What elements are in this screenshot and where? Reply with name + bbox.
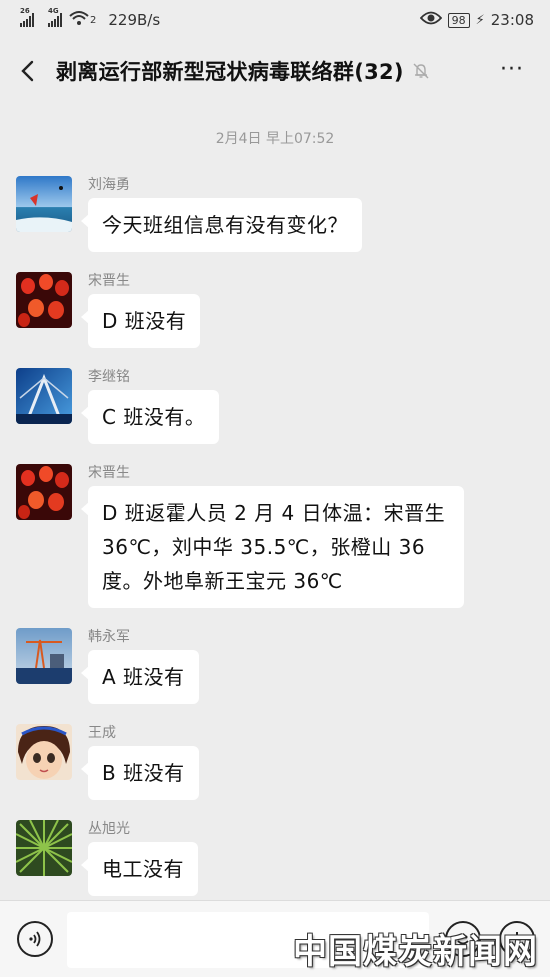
sender-name: 韩永军 xyxy=(88,629,130,645)
status-bar: 26 4G 2 229B/s 98 ⚡ 23:08 xyxy=(0,0,550,40)
avatar[interactable] xyxy=(16,176,72,232)
sender-name: 宋晋生 xyxy=(88,273,130,289)
chat-header: 剥离运行部新型冠状病毒联络群(32) ··· xyxy=(0,40,550,102)
avatar[interactable] xyxy=(16,724,72,780)
eye-comfort-icon xyxy=(419,11,442,29)
avatar[interactable] xyxy=(16,628,72,684)
avatar[interactable] xyxy=(16,464,72,520)
chat-title: 剥离运行部新型冠状病毒联络群(32) xyxy=(56,60,404,84)
message-item: 宋晋生 D 班没有 xyxy=(16,272,201,348)
message-bubble[interactable]: 电工没有 xyxy=(81,842,198,896)
message-bubble[interactable]: 今天班组信息有没有变化？ xyxy=(81,198,362,252)
sender-name: 丛旭光 xyxy=(88,821,130,837)
message-bubble[interactable]: B 班没有 xyxy=(81,746,199,800)
signal-icon-2: 4G xyxy=(48,7,62,27)
sender-name: 宋晋生 xyxy=(88,465,130,481)
message-item: 丛旭光 电工没有 xyxy=(16,820,198,896)
hotspot-icon xyxy=(68,10,90,30)
message-bubble[interactable]: A 班没有 xyxy=(81,650,199,704)
avatar[interactable] xyxy=(16,368,72,424)
message-item: 王成 B 班没有 xyxy=(16,724,199,800)
message-item: 刘海勇 今天班组信息有没有变化？ xyxy=(16,176,362,252)
charging-icon: ⚡ xyxy=(475,12,485,28)
hotspot-count: 2 xyxy=(90,14,97,26)
status-right: 98 ⚡ 23:08 xyxy=(419,11,534,29)
message-timestamp: 2月4日 早上07:52 xyxy=(215,131,335,147)
message-bubble[interactable]: D 班没有 xyxy=(80,294,201,348)
message-item: 宋晋生 D 班返霍人员 2 月 4 日体温：宋晋生 36℃，刘中华 35.5℃，… xyxy=(16,464,464,608)
signal-icon-1: 26 xyxy=(20,7,34,27)
avatar[interactable] xyxy=(16,820,72,876)
message-item: 韩永军 A 班没有 xyxy=(16,628,199,704)
chevron-left-icon[interactable] xyxy=(0,40,56,102)
status-left: 26 4G 2 229B/s xyxy=(20,7,161,30)
avatar[interactable] xyxy=(16,272,72,328)
sender-name: 刘海勇 xyxy=(88,177,130,193)
message-bubble[interactable]: D 班返霍人员 2 月 4 日体温：宋晋生 36℃，刘中华 35.5℃，张橙山 … xyxy=(81,486,464,608)
more-options-icon[interactable]: ··· xyxy=(500,59,524,81)
network-speed: 229B/s xyxy=(108,11,161,29)
battery-level: 98 xyxy=(451,13,466,27)
network-label-1: 26 xyxy=(20,7,30,15)
network-label-2: 4G xyxy=(48,7,59,15)
clock: 23:08 xyxy=(490,11,534,29)
sender-name: 李继铭 xyxy=(88,369,130,385)
watermark: 中国煤炭新闻网 xyxy=(293,932,538,972)
battery-icon: 98 xyxy=(447,12,470,28)
message-item: 李继铭 C 班没有。 xyxy=(16,368,220,444)
voice-icon[interactable] xyxy=(17,921,53,957)
sender-name: 王成 xyxy=(88,725,116,741)
message-bubble[interactable]: C 班没有。 xyxy=(80,390,220,444)
bell-off-icon xyxy=(412,62,430,80)
